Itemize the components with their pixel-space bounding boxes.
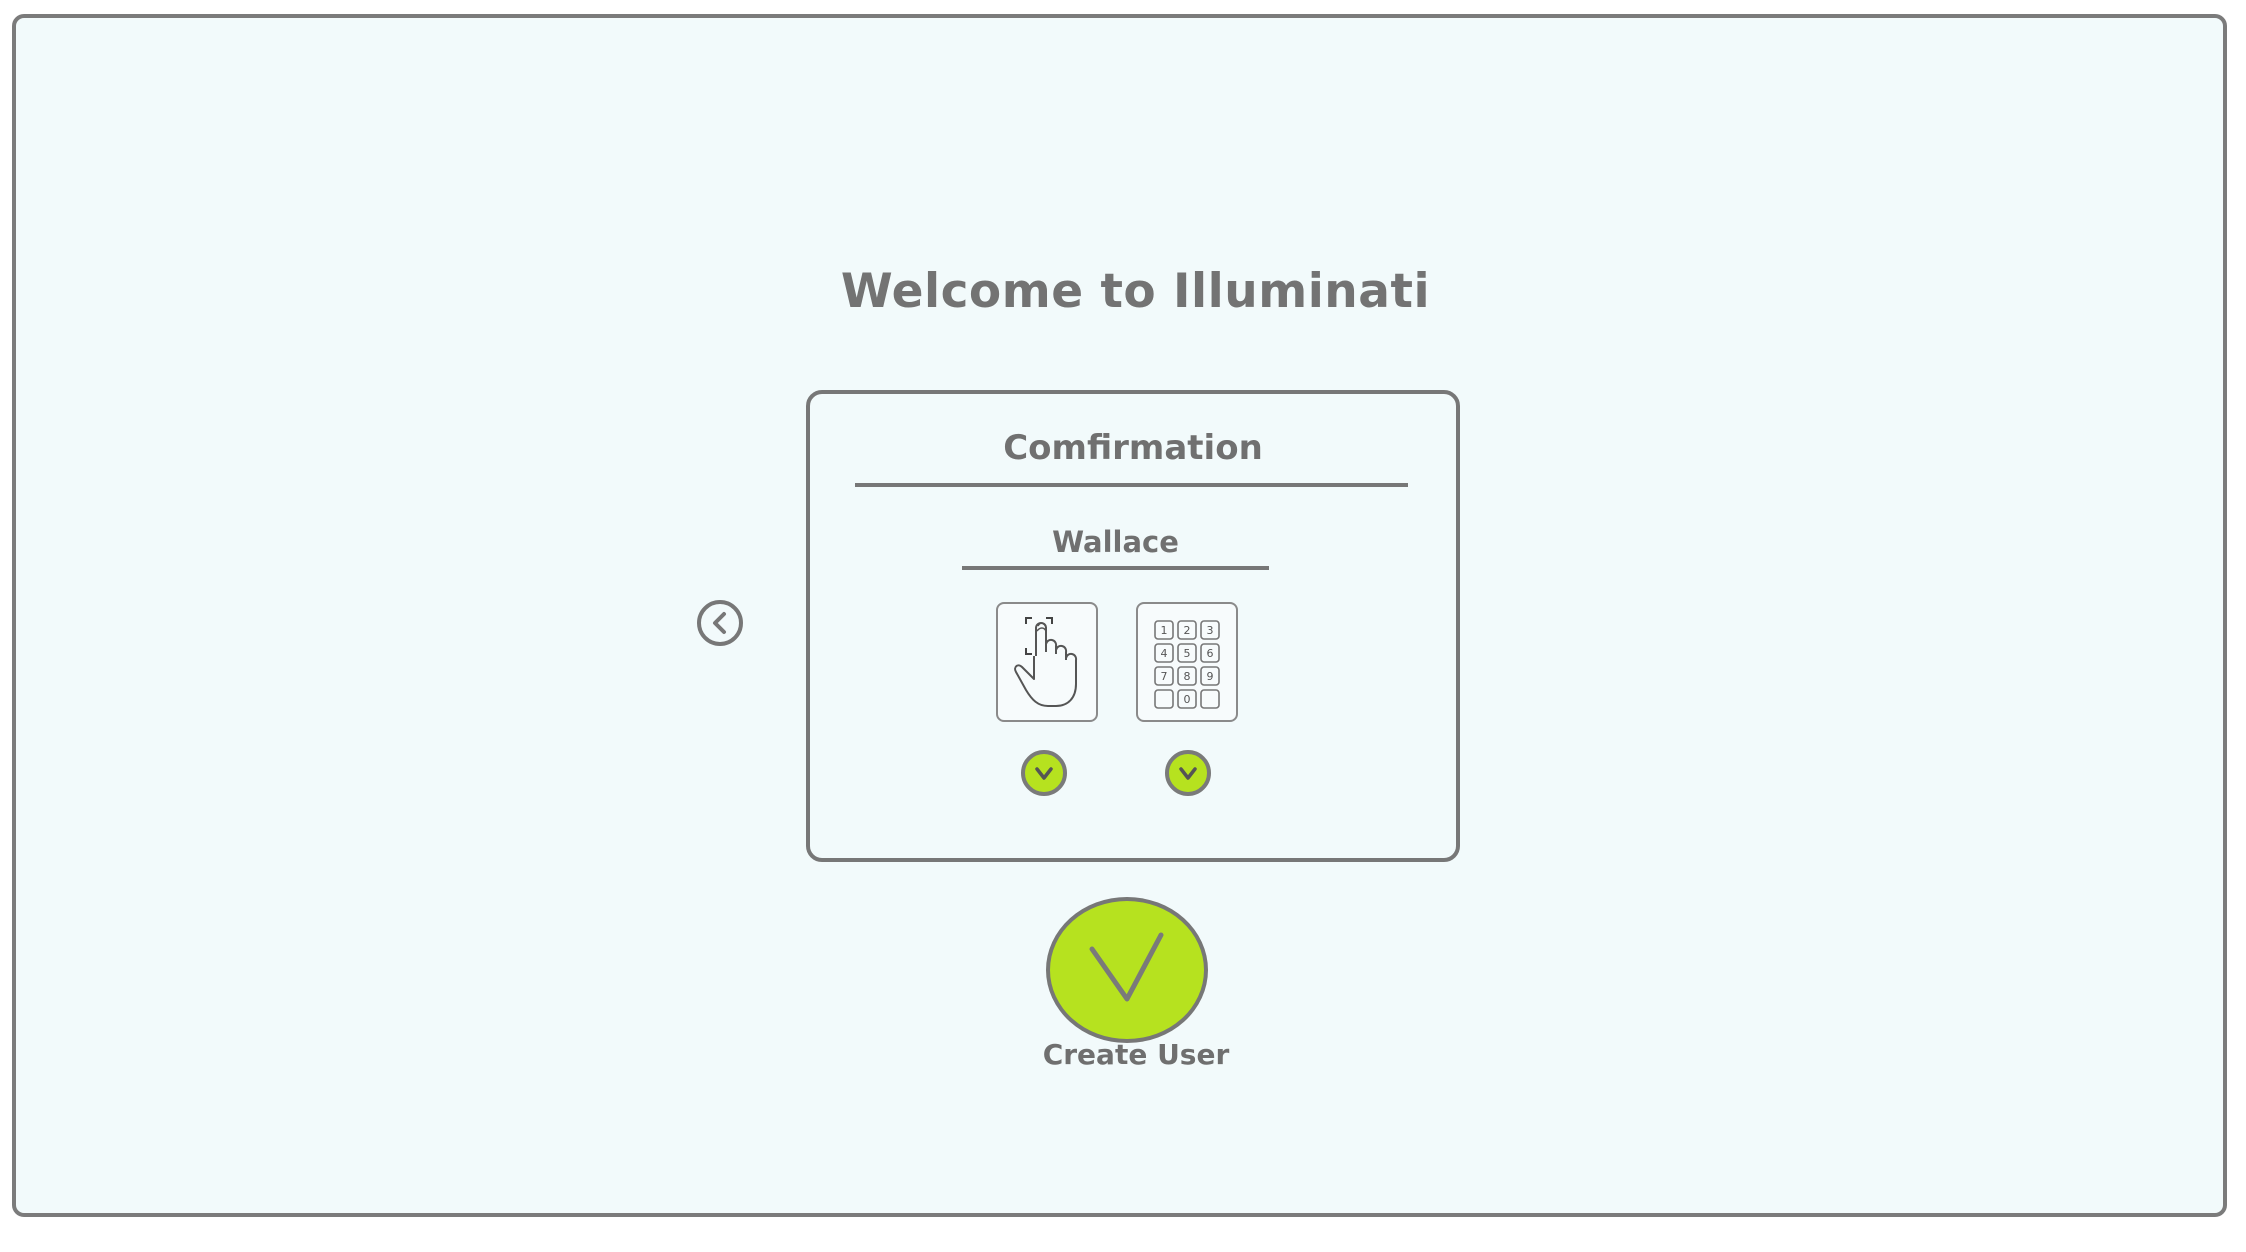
fingerprint-method-button[interactable] <box>996 602 1098 722</box>
fingerprint-touch-icon <box>1014 617 1078 707</box>
app-window: Welcome to Illuminati Comfirmation Walla… <box>12 14 2227 1217</box>
keypad-key-label: 7 <box>1161 670 1168 683</box>
chevron-left-icon <box>713 612 726 634</box>
keypad-icon: 1 2 3 4 5 6 7 8 9 0 <box>1154 620 1220 709</box>
keypad-key <box>1154 689 1174 709</box>
pin-confirmed-check[interactable] <box>1165 750 1211 796</box>
keypad-key-label: 8 <box>1184 670 1191 683</box>
title-divider <box>855 483 1408 487</box>
keypad-key-label: 9 <box>1207 670 1214 683</box>
card-title: Comfirmation <box>1003 428 1263 468</box>
keypad-key-label: 0 <box>1184 693 1191 706</box>
user-name: Wallace <box>1052 525 1179 559</box>
keypad-key-label: 6 <box>1207 647 1214 660</box>
keypad-method-button[interactable]: 1 2 3 4 5 6 7 8 9 0 <box>1136 602 1238 722</box>
check-circle-icon <box>1179 767 1197 780</box>
keypad-key-label: 3 <box>1207 624 1214 637</box>
keypad-key-label: 1 <box>1161 624 1168 637</box>
name-divider <box>962 566 1269 570</box>
confirmation-card: Comfirmation Wallace 1 2 3 4 5 6 7 8 9 0 <box>806 390 1460 862</box>
keypad-key-label: 4 <box>1161 647 1168 660</box>
back-button[interactable] <box>697 600 743 646</box>
create-user-button[interactable] <box>1046 897 1208 1043</box>
check-mark-icon <box>1089 932 1164 1002</box>
create-user-label[interactable]: Create User <box>1016 1038 1256 1071</box>
fingerprint-confirmed-check[interactable] <box>1021 750 1067 796</box>
keypad-key-label: 5 <box>1184 647 1191 660</box>
page-title: Welcome to Illuminati <box>840 264 1431 319</box>
keypad-key <box>1200 689 1220 709</box>
keypad-key-label: 2 <box>1184 624 1191 637</box>
check-circle-icon <box>1035 767 1053 780</box>
